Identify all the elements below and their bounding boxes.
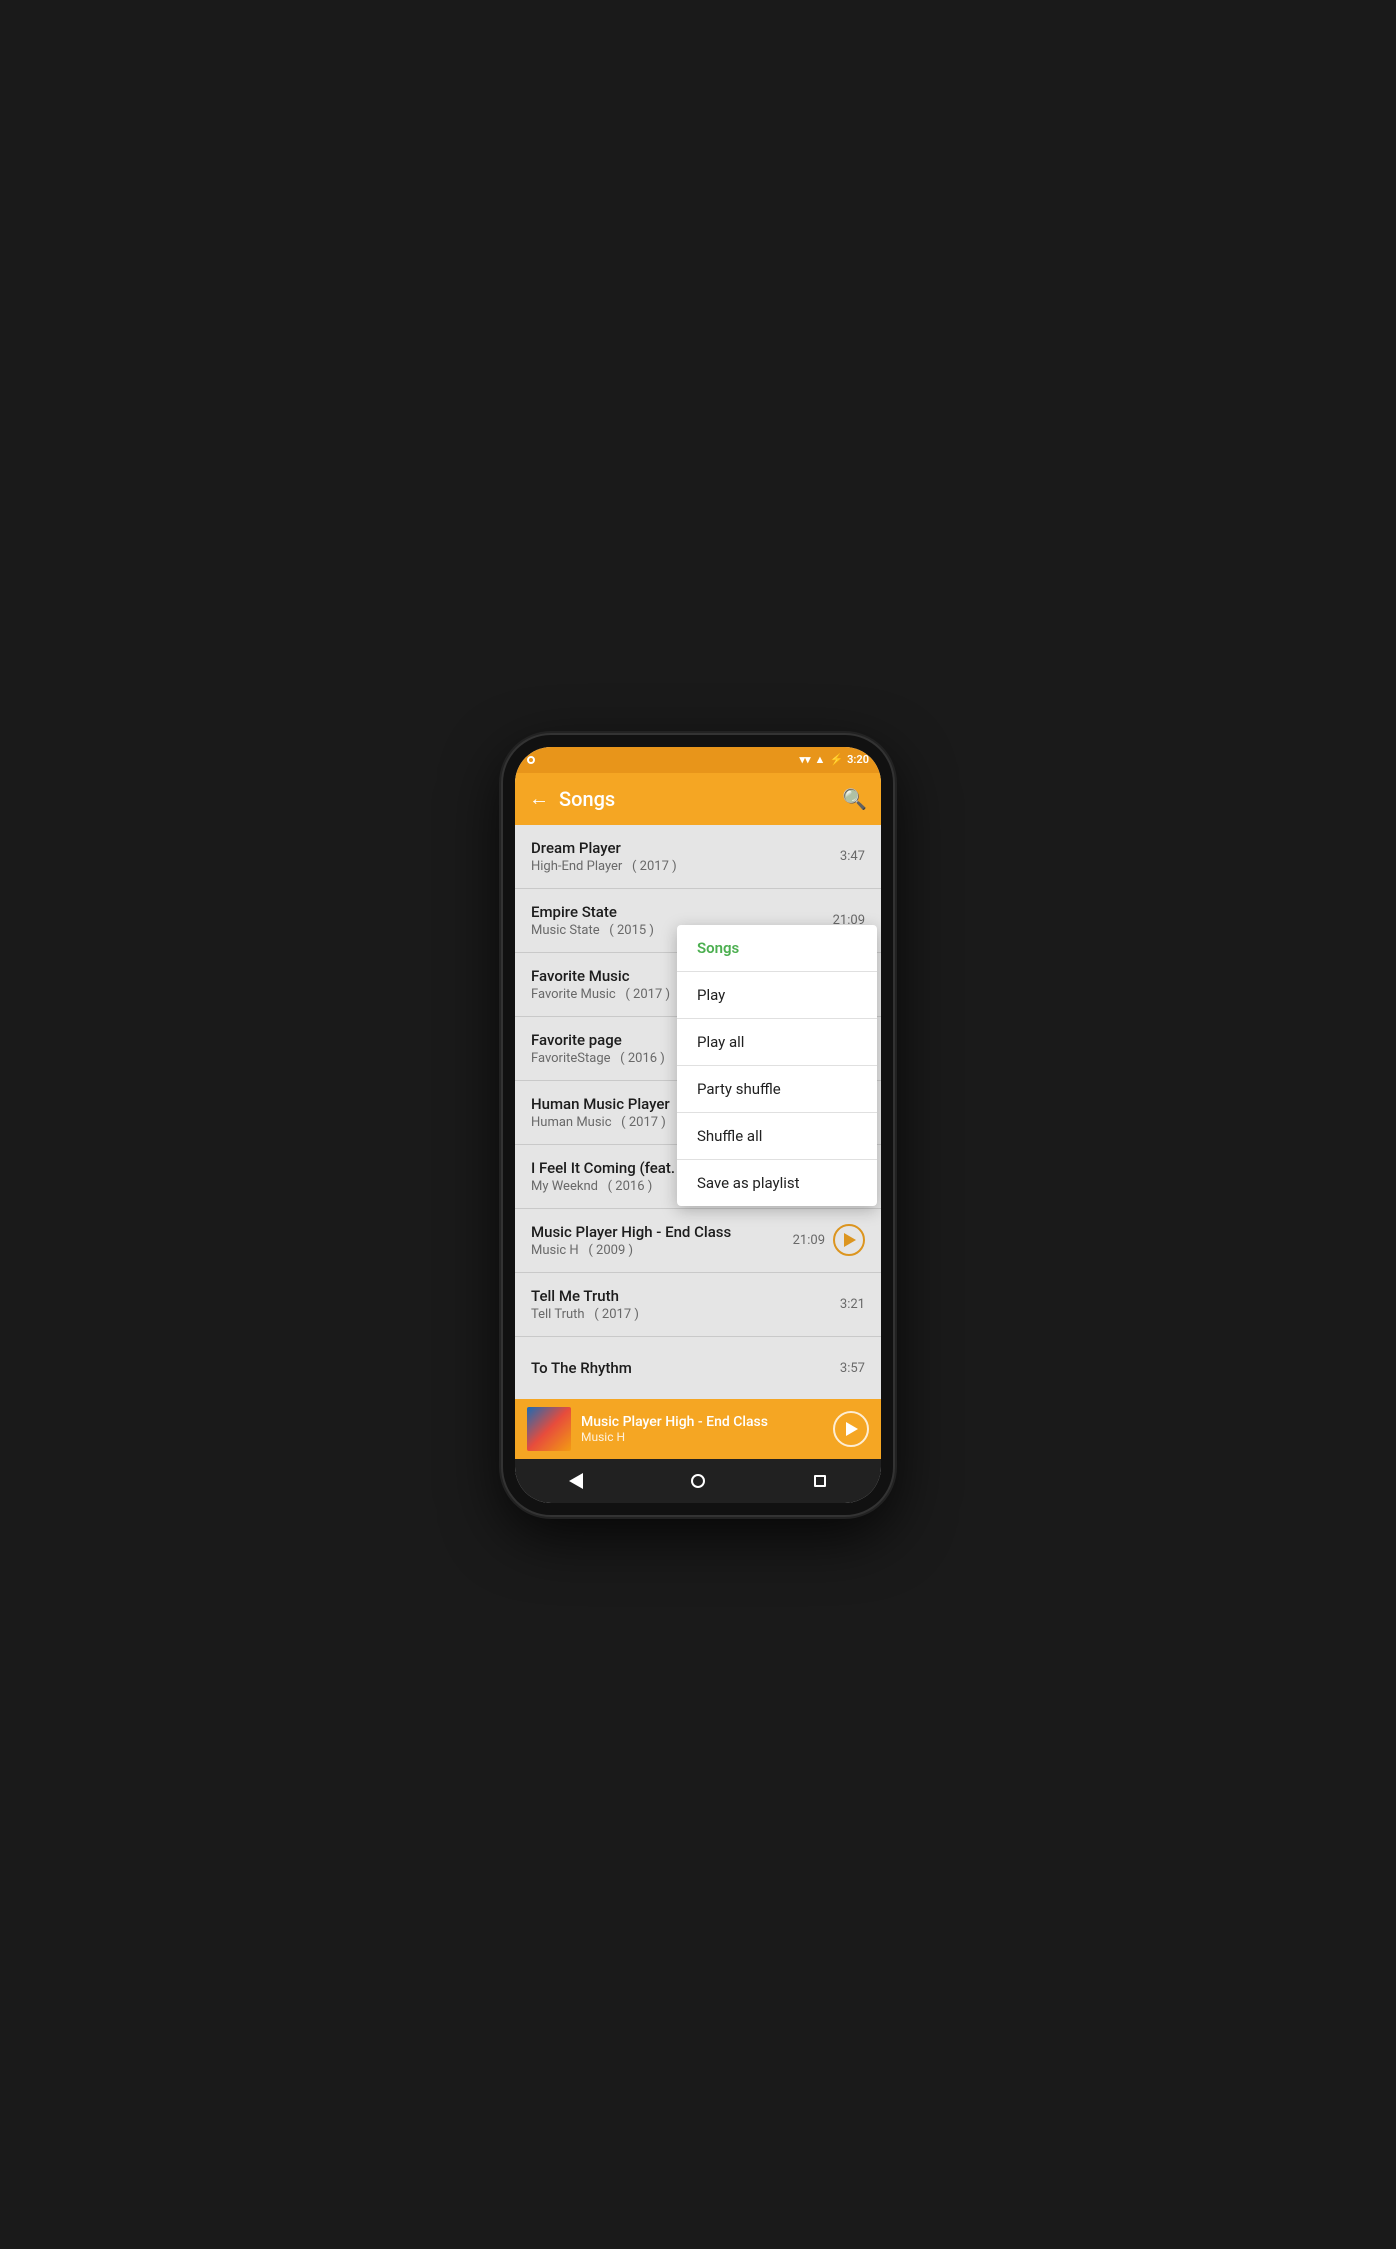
- phone-frame: ▾▾ ▲ ⚡ 3:20 ← Songs 🔍 Dream Player High-…: [503, 735, 893, 1515]
- context-menu-item-save-playlist[interactable]: Save as playlist: [677, 1160, 877, 1206]
- nav-home-button[interactable]: [676, 1459, 720, 1503]
- app-bar-left: ← Songs: [529, 786, 615, 811]
- context-menu-item-party-shuffle[interactable]: Party shuffle: [677, 1066, 877, 1113]
- status-right: ▾▾ ▲ ⚡ 3:20: [800, 753, 870, 766]
- now-playing-title: Music Player High - End Class: [581, 1414, 823, 1430]
- now-playing-bar[interactable]: Music Player High - End Class Music H: [515, 1399, 881, 1459]
- album-art-icon: [527, 1407, 571, 1451]
- nav-back-icon: [569, 1473, 583, 1489]
- context-menu-overlay[interactable]: Songs Play Play all Party shuffle Shuffl…: [515, 825, 881, 1399]
- phone-screen: ▾▾ ▲ ⚡ 3:20 ← Songs 🔍 Dream Player High-…: [515, 747, 881, 1503]
- status-time: 3:20: [847, 753, 869, 766]
- app-bar: ← Songs 🔍: [515, 773, 881, 825]
- now-playing-play-icon: [846, 1422, 858, 1436]
- now-playing-artist: Music H: [581, 1430, 823, 1444]
- status-bar: ▾▾ ▲ ⚡ 3:20: [515, 747, 881, 773]
- app-bar-title: Songs: [559, 787, 615, 811]
- nav-recent-button[interactable]: [798, 1459, 842, 1503]
- nav-recent-icon: [814, 1475, 826, 1487]
- battery-icon: ⚡: [829, 753, 843, 766]
- now-playing-info: Music Player High - End Class Music H: [581, 1414, 823, 1444]
- status-dot-icon: [527, 756, 535, 764]
- context-menu-item-shuffle-all[interactable]: Shuffle all: [677, 1113, 877, 1160]
- context-menu-item-play-all[interactable]: Play all: [677, 1019, 877, 1066]
- context-menu-header: Songs: [677, 925, 877, 972]
- nav-home-icon: [691, 1474, 705, 1488]
- wifi-icon: ▾▾: [800, 753, 811, 766]
- back-button[interactable]: ←: [529, 786, 549, 811]
- context-menu: Songs Play Play all Party shuffle Shuffl…: [677, 925, 877, 1206]
- status-left: [527, 756, 535, 764]
- now-playing-play-button[interactable]: [833, 1411, 869, 1447]
- context-menu-item-play[interactable]: Play: [677, 972, 877, 1019]
- song-list: Dream Player High-End Player ( 2017 ) 3:…: [515, 825, 881, 1399]
- now-playing-art: [527, 1407, 571, 1451]
- nav-bar: [515, 1459, 881, 1503]
- search-button[interactable]: 🔍: [842, 787, 867, 811]
- nav-back-button[interactable]: [554, 1459, 598, 1503]
- signal-icon: ▲: [815, 753, 826, 766]
